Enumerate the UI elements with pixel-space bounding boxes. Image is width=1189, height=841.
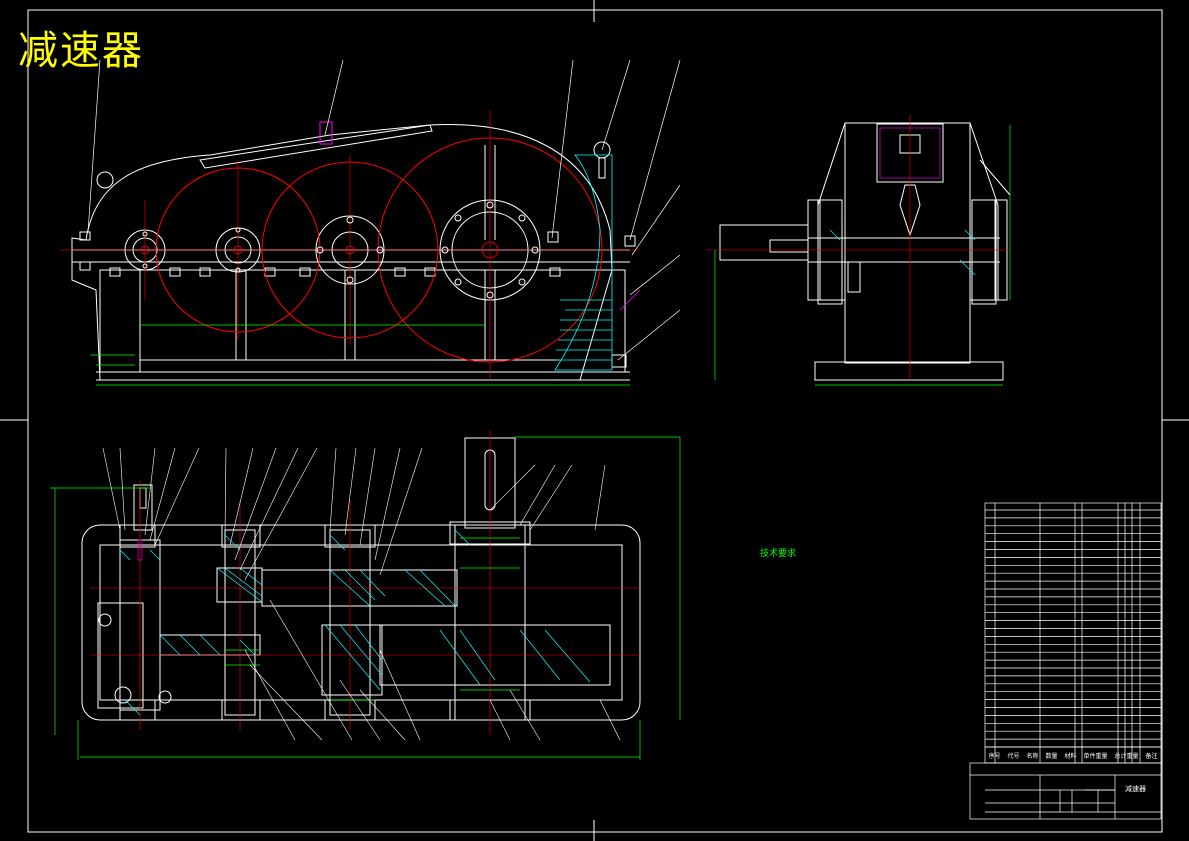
drawing-frame [0, 0, 1189, 841]
col-header-0: 序号 [988, 752, 1001, 760]
col-header-6: 总计重量 [1114, 752, 1139, 760]
col-header-1: 代号 [1007, 752, 1020, 760]
top-section-view [50, 430, 681, 760]
front-view [60, 59, 681, 386]
col-header-4: 材料 [1064, 752, 1077, 760]
title-block-name: 减速器 [1125, 785, 1146, 793]
col-header-3: 数量 [1045, 752, 1058, 760]
col-header-2: 名称 [1026, 752, 1039, 760]
cad-drawing [0, 0, 1189, 841]
tech-requirements-title: 技术要求 [760, 549, 797, 559]
col-header-5: 单件重量 [1083, 752, 1108, 760]
side-view [705, 115, 1011, 386]
parts-list-header: 序号 代号 名称 数量 材料 单件重量 总计重量 备注 [985, 747, 1161, 763]
col-header-7: 备注 [1145, 752, 1158, 760]
drawing-title: 减速器 [18, 28, 144, 74]
parts-list-table [969, 502, 1162, 820]
